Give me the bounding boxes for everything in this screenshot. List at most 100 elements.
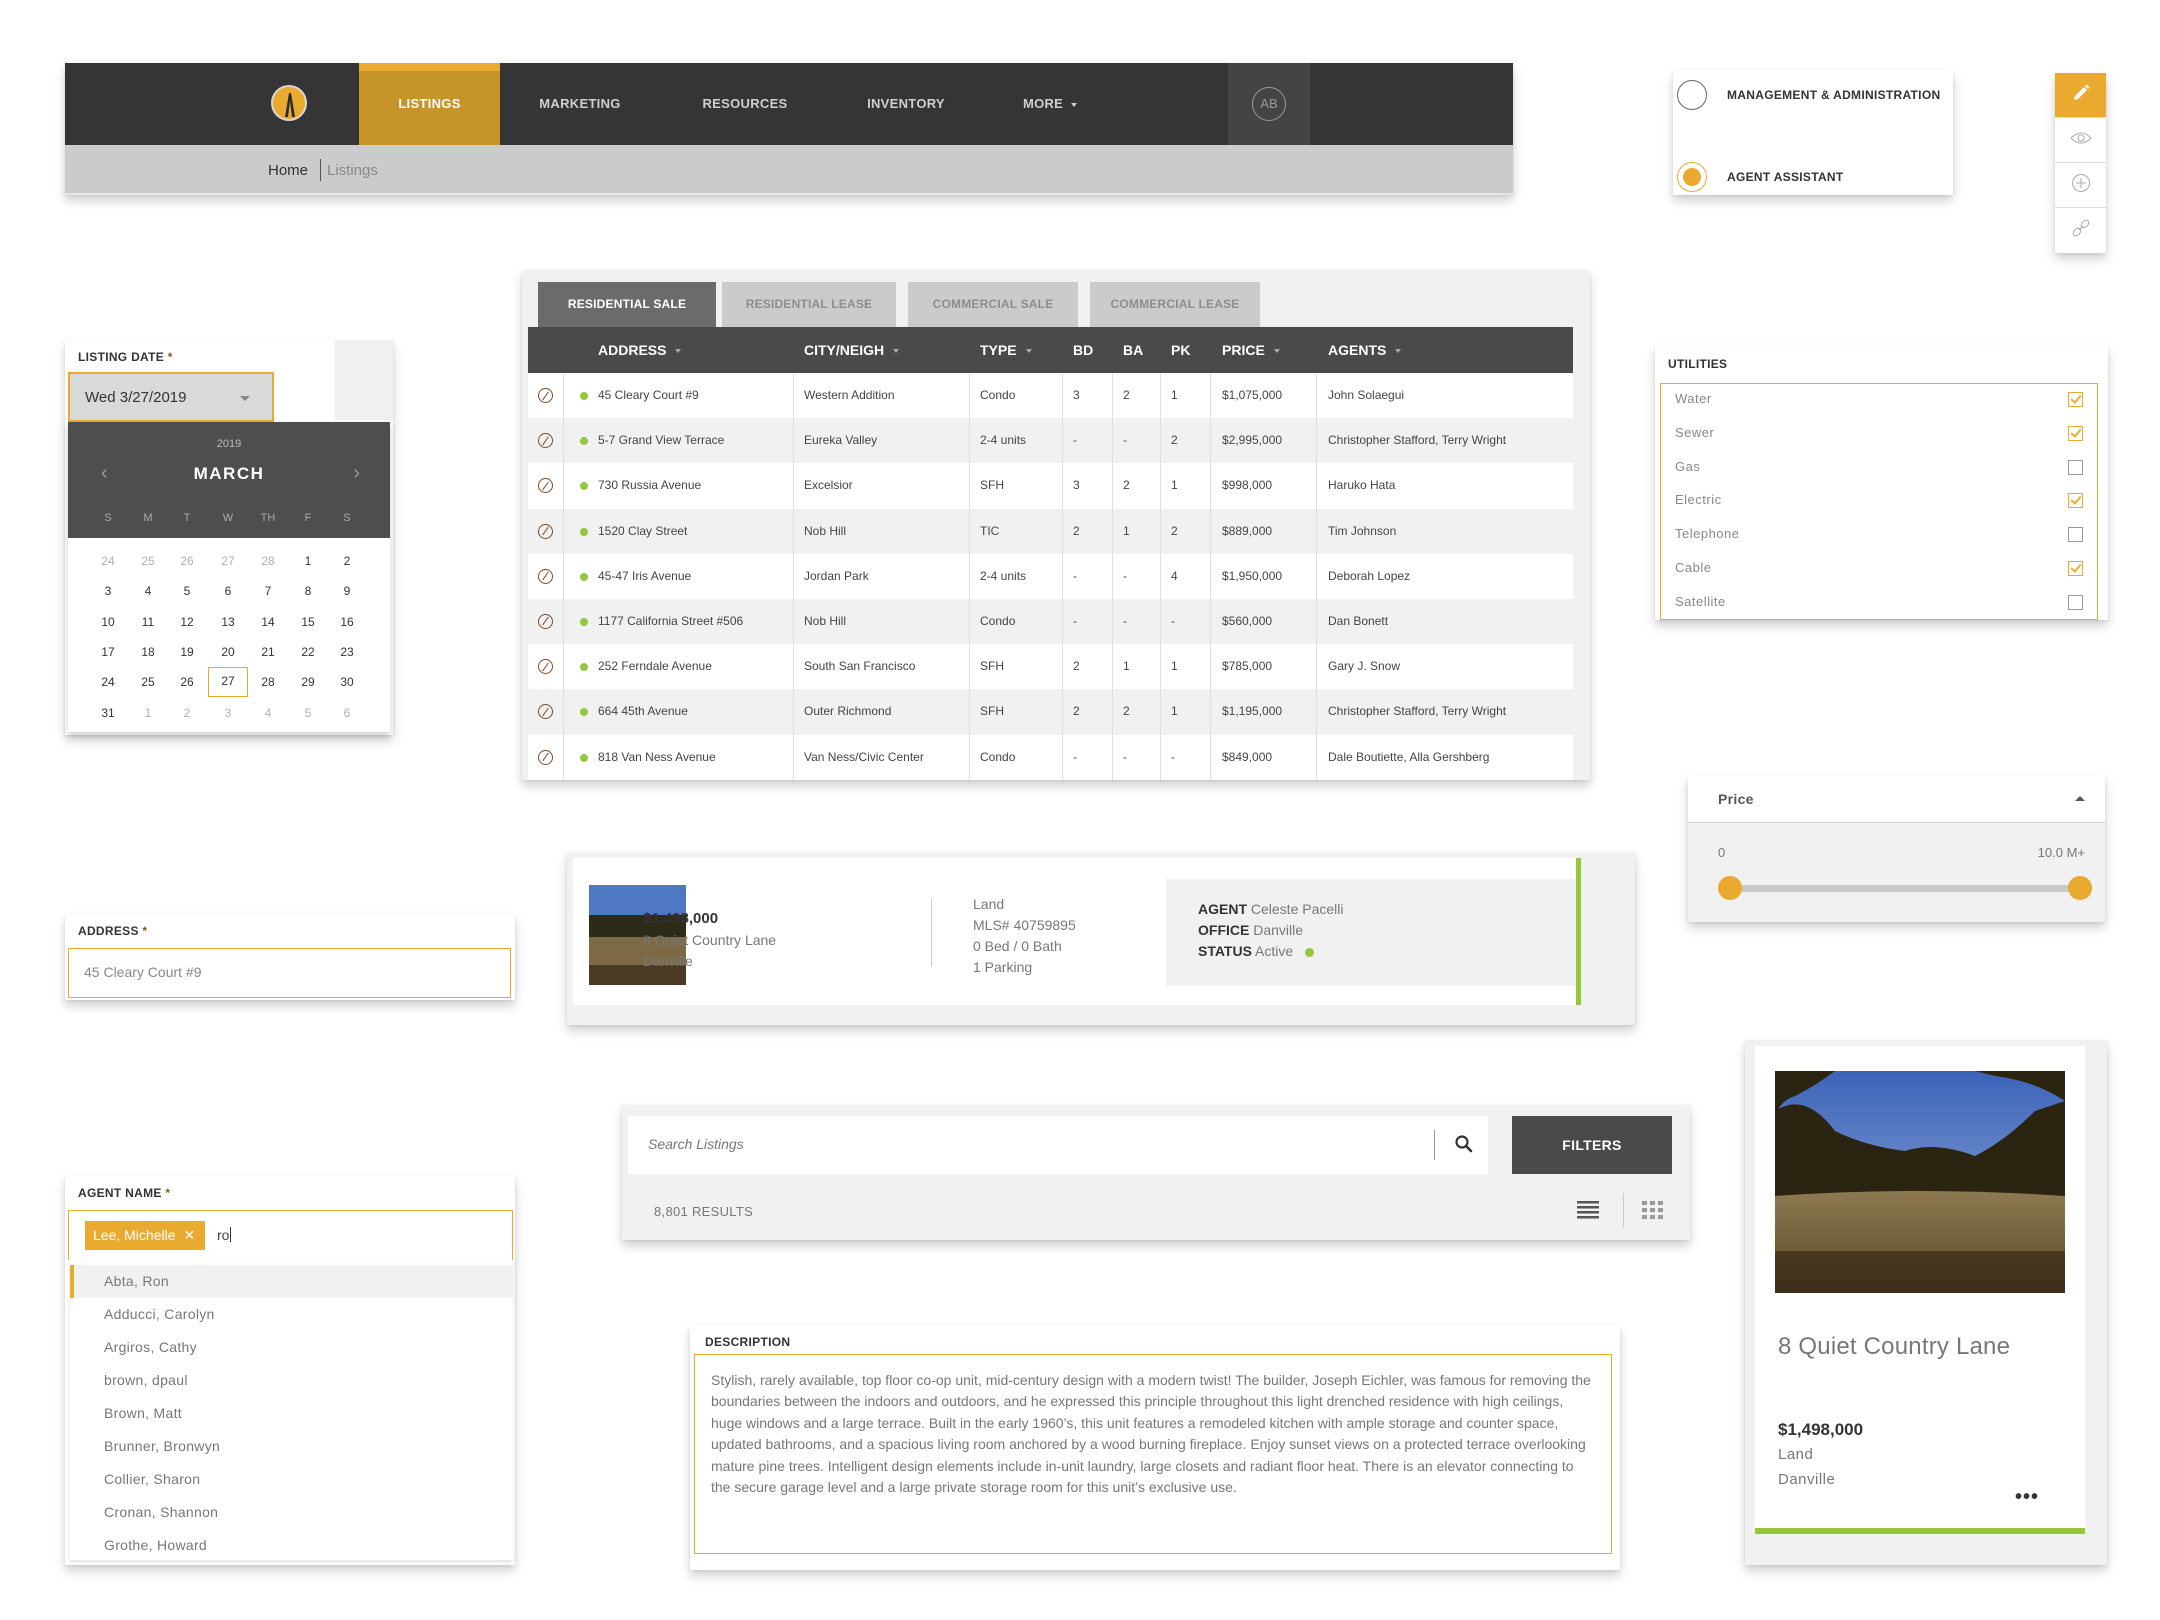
calendar-day[interactable]: 6 — [327, 698, 367, 728]
address-input[interactable]: 45 Cleary Court #9 — [68, 948, 511, 998]
edit-button[interactable] — [2055, 73, 2106, 118]
agent-suggestion[interactable]: Argiros, Cathy — [70, 1331, 513, 1364]
chevron-right-icon[interactable]: › — [353, 462, 360, 485]
calendar-day[interactable]: 16 — [327, 607, 367, 637]
edit-circle-icon[interactable] — [538, 478, 553, 494]
column-header-type[interactable]: TYPE — [980, 327, 1032, 373]
utility-option-water[interactable]: Water — [1661, 384, 2097, 418]
calendar-day[interactable]: 5 — [167, 576, 207, 606]
tab-residential-sale[interactable]: RESIDENTIAL SALE — [538, 282, 716, 327]
agent-suggestion[interactable]: Adducci, Carolyn — [70, 1298, 513, 1331]
edit-circle-icon[interactable] — [538, 749, 553, 765]
nav-item-more[interactable]: MORE — [1005, 63, 1095, 145]
calendar-day[interactable]: 14 — [248, 607, 288, 637]
tab-residential-lease[interactable]: RESIDENTIAL LEASE — [722, 282, 896, 327]
calendar-day[interactable]: 29 — [288, 667, 328, 697]
calendar-day[interactable]: 15 — [288, 607, 328, 637]
checkbox-checked[interactable] — [2068, 392, 2083, 407]
table-row[interactable]: 664 45th Avenue Outer Richmond SFH 2 2 1 $1,19… — [528, 689, 1573, 735]
filters-button[interactable]: FILTERS — [1512, 1116, 1672, 1174]
edit-circle-icon[interactable] — [538, 568, 553, 584]
edit-circle-icon[interactable] — [538, 659, 553, 675]
calendar-day[interactable]: 22 — [288, 637, 328, 667]
description-textarea[interactable]: Stylish, rarely available, top floor co-… — [694, 1354, 1612, 1554]
agent-name-input[interactable]: Lee, Michelle ✕ ro — [68, 1210, 513, 1260]
checkbox-checked[interactable] — [2068, 493, 2083, 509]
utility-option-telephone[interactable]: Telephone — [1661, 519, 2097, 553]
add-button[interactable] — [2055, 163, 2106, 208]
table-row[interactable]: 730 Russia Avenue Excelsior SFH 3 2 1 $998,000… — [528, 463, 1573, 509]
price-slider-min-handle[interactable] — [1718, 876, 1742, 900]
tab-commercial-sale[interactable]: COMMERCIAL SALE — [908, 282, 1078, 327]
calendar-day[interactable]: 7 — [248, 576, 288, 606]
table-row[interactable]: 1520 Clay Street Nob Hill TIC 2 1 2 $889,000 Ti… — [528, 508, 1573, 554]
list-view-icon[interactable] — [1577, 1199, 1599, 1224]
calendar-day[interactable]: 31 — [88, 698, 128, 728]
tab-commercial-lease[interactable]: COMMERCIAL LEASE — [1090, 282, 1260, 327]
calendar-day[interactable]: 21 — [248, 637, 288, 667]
agent-suggestion[interactable]: Abta, Ron — [70, 1265, 513, 1298]
grid-view-icon[interactable] — [1642, 1200, 1664, 1225]
nav-item-resources[interactable]: RESOURCES — [685, 63, 805, 145]
radio-unselected[interactable] — [1677, 80, 1707, 110]
calendar-day[interactable]: 26 — [167, 667, 207, 697]
agent-suggestion[interactable]: Collier, Sharon — [70, 1463, 513, 1496]
calendar-day[interactable]: 2 — [167, 698, 207, 728]
utility-option-electric[interactable]: Electric — [1661, 485, 2097, 519]
calendar-day[interactable]: 1 — [288, 546, 328, 576]
calendar-day[interactable]: 11 — [128, 607, 168, 637]
more-options-icon[interactable]: ••• — [2015, 1486, 2039, 1509]
edit-circle-icon[interactable] — [538, 704, 553, 720]
sort-caret-icon[interactable] — [1025, 349, 1032, 354]
calendar-day[interactable]: 9 — [327, 576, 367, 606]
checkbox-unchecked[interactable] — [2068, 594, 2083, 610]
calendar-day[interactable]: 27 — [208, 546, 248, 576]
table-row[interactable]: 5-7 Grand View Terrace Eureka Valley 2-4 u… — [528, 418, 1573, 464]
agent-suggestion[interactable]: Grothe, Howard — [70, 1529, 513, 1560]
checkbox-unchecked[interactable] — [2068, 459, 2083, 475]
calendar-day[interactable]: 19 — [167, 637, 207, 667]
column-header-city-neigh[interactable]: CITY/NEIGH — [804, 327, 900, 373]
role-option-agent-assistant[interactable]: AGENT ASSISTANT — [1673, 158, 1953, 194]
edit-circle-icon[interactable] — [538, 523, 553, 539]
calendar-day[interactable]: 1 — [128, 698, 168, 728]
agent-suggestion[interactable]: Cronan, Shannon — [70, 1496, 513, 1529]
calendar-day-selected[interactable]: 27 — [208, 667, 248, 698]
sort-caret-icon[interactable] — [675, 349, 682, 354]
nav-item-marketing[interactable]: MARKETING — [520, 63, 640, 145]
column-header-address[interactable]: ADDRESS — [598, 327, 682, 373]
listing-summary-card[interactable]: $1,498,000 8 Quiet Country Lane Danville… — [567, 852, 1635, 1025]
calendar-day[interactable]: 5 — [288, 698, 328, 728]
listing-date-select[interactable]: Wed 3/27/2019 — [68, 372, 274, 422]
table-row[interactable]: 1177 California Street #506 Nob Hill Condo… — [528, 598, 1573, 645]
checkbox-checked[interactable] — [2068, 561, 2083, 576]
agent-suggestion[interactable]: Brown, Matt — [70, 1397, 513, 1430]
compass-logo-icon[interactable] — [271, 85, 307, 121]
checkbox-unchecked[interactable] — [2068, 527, 2083, 543]
role-option-management[interactable]: MANAGEMENT & ADMINISTRATION — [1673, 76, 1953, 112]
calendar-day[interactable]: 8 — [288, 576, 328, 606]
calendar-day[interactable]: 17 — [88, 637, 128, 667]
close-icon[interactable]: ✕ — [184, 1227, 196, 1243]
edit-circle-icon[interactable] — [538, 388, 553, 403]
calendar-day[interactable]: 26 — [167, 546, 207, 576]
calendar-day[interactable]: 28 — [248, 667, 288, 697]
calendar-day[interactable]: 3 — [88, 576, 128, 606]
edit-circle-icon[interactable] — [538, 613, 553, 629]
calendar-day[interactable]: 30 — [327, 667, 367, 697]
calendar-day[interactable]: 12 — [167, 607, 207, 637]
column-header-price[interactable]: PRICE — [1222, 327, 1280, 373]
calendar-day[interactable]: 24 — [88, 667, 128, 697]
column-header-agents[interactable]: AGENTS — [1328, 327, 1402, 373]
calendar-day[interactable]: 28 — [248, 546, 288, 576]
avatar[interactable]: AB — [1252, 87, 1286, 121]
utility-option-cable[interactable]: Cable — [1661, 553, 2097, 587]
utility-option-gas[interactable]: Gas — [1661, 452, 2097, 486]
table-row[interactable]: 818 Van Ness Avenue Van Ness/Civic Center… — [528, 734, 1573, 780]
calendar-day[interactable]: 6 — [208, 576, 248, 606]
nav-item-listings[interactable]: LISTINGS — [359, 63, 500, 145]
user-menu[interactable]: AB — [1228, 63, 1310, 145]
calendar-day[interactable]: 23 — [327, 637, 367, 667]
sort-caret-icon[interactable] — [893, 349, 900, 354]
sort-caret-icon[interactable] — [1395, 349, 1402, 354]
